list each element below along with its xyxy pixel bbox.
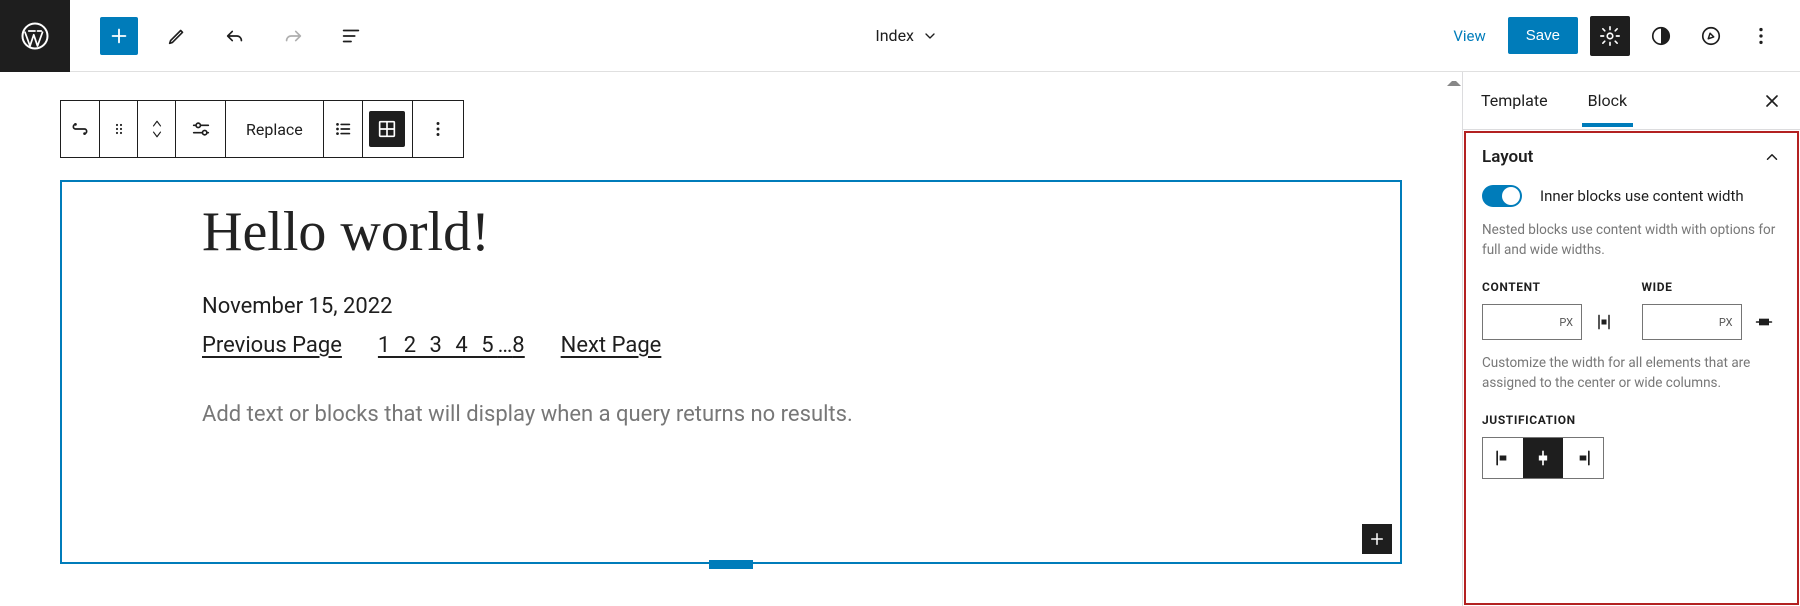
wide-width-label: WIDE: [1642, 280, 1782, 294]
filter-settings-button[interactable]: [176, 101, 226, 157]
drag-icon: [111, 121, 127, 137]
tab-template[interactable]: Template: [1481, 91, 1548, 110]
width-help: Customize the width for all elements tha…: [1482, 354, 1781, 393]
query-loop-icon: [69, 118, 91, 140]
list-view-button[interactable]: [332, 17, 370, 55]
gear-icon: [1599, 25, 1621, 47]
grid-layout-icon: [376, 118, 398, 140]
pagination-previous[interactable]: Previous Page: [202, 333, 342, 358]
topbar-left-tools: [70, 17, 370, 55]
wide-align-preset[interactable]: [1752, 310, 1776, 334]
layout-panel-header[interactable]: Layout: [1482, 147, 1781, 167]
list-view-icon: [340, 25, 362, 47]
chevron-down-icon: [922, 28, 938, 44]
layout-grid-button[interactable]: [363, 101, 413, 157]
justify-right-button[interactable]: [1563, 438, 1603, 478]
wide-width-unit: PX: [1719, 316, 1733, 329]
block-toolbar: Replace: [60, 100, 464, 158]
content-width-toggle-label: Inner blocks use content width: [1540, 187, 1744, 205]
content-width-label: CONTENT: [1482, 280, 1622, 294]
content-width-help: Nested blocks use content width with opt…: [1482, 221, 1781, 260]
pencil-icon: [166, 25, 188, 47]
pagination-next[interactable]: Next Page: [561, 333, 662, 358]
drag-handle[interactable]: [100, 101, 138, 157]
add-block-button[interactable]: [100, 17, 138, 55]
post-date[interactable]: November 15, 2022: [202, 294, 1260, 319]
align-center-icon: [1594, 312, 1614, 332]
post-title[interactable]: Hello world!: [202, 202, 1260, 264]
scroll-up-arrow[interactable]: [1447, 72, 1461, 86]
no-results-placeholder[interactable]: Add text or blocks that will display whe…: [202, 402, 1260, 427]
query-loop-block[interactable]: Hello world! November 15, 2022 Previous …: [60, 180, 1402, 564]
block-resize-handle[interactable]: [709, 560, 753, 569]
pagination-last-page: 8: [512, 333, 524, 358]
pagination: Previous Page 1 2 3 4 5…8 Next Page: [202, 333, 1260, 358]
width-controls: CONTENT PX WIDE: [1482, 280, 1781, 340]
save-button[interactable]: Save: [1508, 17, 1578, 54]
inspector-close-button[interactable]: [1762, 91, 1782, 111]
replace-button[interactable]: Replace: [226, 101, 324, 157]
settings-button[interactable]: [1590, 16, 1630, 56]
block-type-button[interactable]: [61, 101, 100, 157]
close-icon: [1762, 91, 1782, 111]
justification-group: [1482, 437, 1604, 479]
view-options-button[interactable]: [1692, 17, 1730, 55]
block-more-options[interactable]: [413, 101, 463, 157]
undo-button[interactable]: [216, 17, 254, 55]
chevron-up-icon: [1763, 148, 1781, 166]
justify-left-icon: [1493, 448, 1513, 468]
edit-mode-button[interactable]: [158, 17, 196, 55]
kebab-icon: [1750, 25, 1772, 47]
styles-button[interactable]: [1642, 17, 1680, 55]
layout-panel-title: Layout: [1482, 147, 1533, 167]
justification-label: JUSTIFICATION: [1482, 413, 1781, 427]
justify-left-button[interactable]: [1483, 438, 1523, 478]
redo-button[interactable]: [274, 17, 312, 55]
justify-right-icon: [1573, 448, 1593, 468]
layout-list-button[interactable]: [324, 101, 363, 157]
block-appender-button[interactable]: [1362, 524, 1392, 554]
justify-center-button[interactable]: [1523, 438, 1563, 478]
align-wide-icon: [1754, 312, 1774, 332]
pagination-ellipsis: …: [498, 333, 513, 358]
sliders-icon: [190, 118, 212, 140]
wide-width-col: WIDE PX: [1642, 280, 1782, 340]
work-area: Replace Hello world! November 15, 2022: [0, 72, 1800, 606]
plus-icon: [1368, 530, 1386, 548]
plus-icon: [108, 25, 130, 47]
editor-canvas[interactable]: Replace Hello world! November 15, 2022: [0, 72, 1462, 606]
tab-block[interactable]: Block: [1588, 91, 1627, 110]
wordpress-icon: [20, 21, 50, 51]
pagination-numbers[interactable]: 1 2 3 4 5…8: [378, 333, 525, 358]
compass-icon: [1700, 25, 1722, 47]
redo-icon: [282, 25, 304, 47]
content-width-unit: PX: [1559, 316, 1573, 329]
document-title-dropdown[interactable]: Index: [370, 26, 1443, 45]
list-layout-icon: [332, 118, 354, 140]
topbar-right-tools: View Save: [1443, 16, 1800, 56]
undo-icon: [224, 25, 246, 47]
justify-center-icon: [1533, 448, 1553, 468]
block-movers[interactable]: [138, 101, 176, 157]
content-width-toggle-row: Inner blocks use content width: [1482, 185, 1781, 207]
pagination-pages: 1 2 3 4 5: [378, 333, 498, 358]
content-width-col: CONTENT PX: [1482, 280, 1622, 340]
kebab-icon: [427, 118, 449, 140]
layout-panel: Layout Inner blocks use content width Ne…: [1464, 131, 1799, 605]
content-align-preset[interactable]: [1592, 310, 1616, 334]
more-options-button[interactable]: [1742, 17, 1780, 55]
content-width-toggle[interactable]: [1482, 185, 1522, 207]
document-title: Index: [875, 26, 914, 45]
wordpress-logo[interactable]: [0, 0, 70, 72]
wide-width-input[interactable]: PX: [1642, 304, 1742, 340]
mover-arrows-icon: [150, 117, 164, 141]
styles-icon: [1650, 25, 1672, 47]
inspector-tabs: Template Block: [1463, 72, 1800, 130]
editor-topbar: Index View Save: [0, 0, 1800, 72]
inspector-panel: Template Block Layout Inner blocks use c…: [1462, 72, 1800, 606]
content-width-input[interactable]: PX: [1482, 304, 1582, 340]
view-link[interactable]: View: [1443, 19, 1495, 53]
